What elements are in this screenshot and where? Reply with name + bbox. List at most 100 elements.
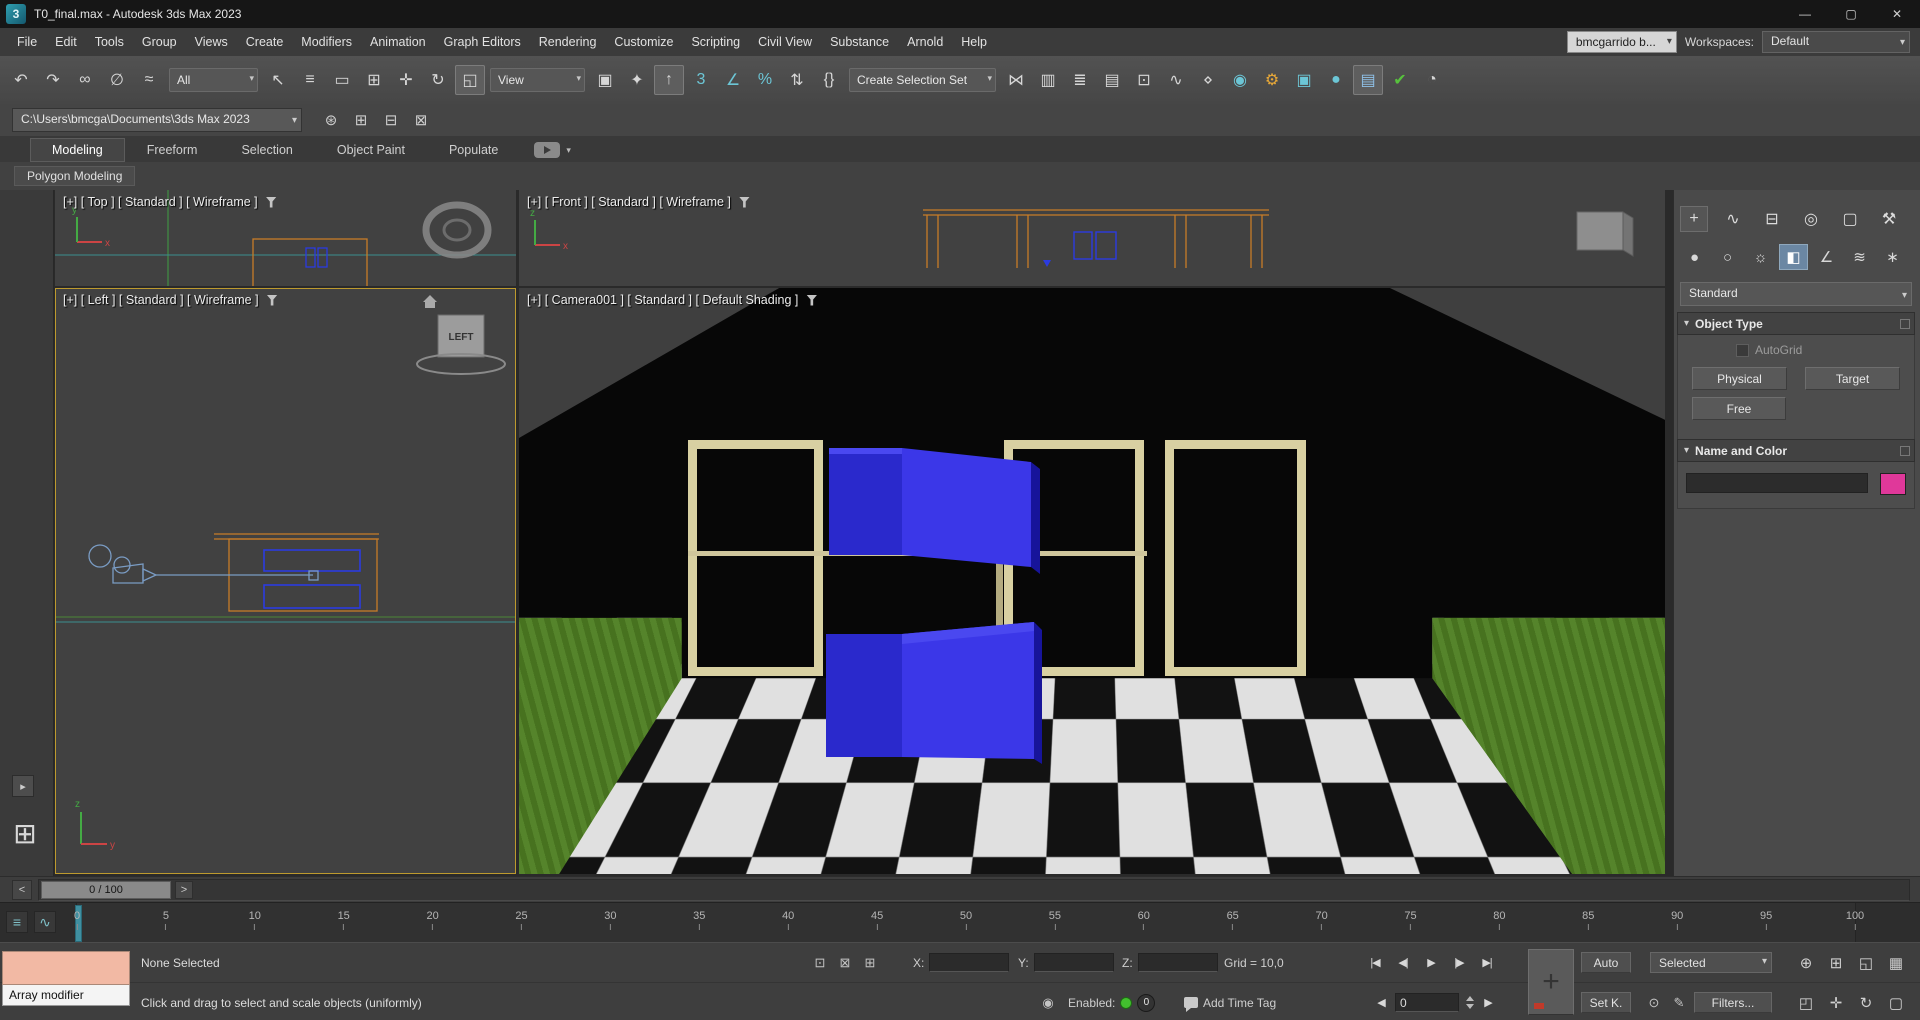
menu-item[interactable]: Modifiers (292, 29, 361, 56)
keyframe-options-icon[interactable]: ◉ (1038, 983, 1058, 1020)
auto-key-button[interactable]: Auto (1581, 952, 1631, 973)
close-button[interactable]: ✕ (1874, 0, 1920, 28)
picture-frame-1[interactable] (688, 440, 823, 676)
lights-category-icon[interactable]: ☼ (1746, 244, 1775, 270)
go-to-end-button[interactable]: ▶| (1474, 952, 1500, 974)
select-and-scale-icon[interactable]: ◱ (455, 65, 485, 95)
object-type-rollout-header[interactable]: Object Type (1677, 312, 1915, 335)
use-pivot-center-icon[interactable]: ▣ (590, 65, 620, 95)
next-key-button[interactable]: ▶ (1479, 992, 1497, 1014)
cameras-category-icon[interactable]: ◧ (1779, 244, 1808, 270)
viewport-label-front[interactable]: [+] [ Front ] [ Standard ] [ Wireframe ] (527, 195, 750, 209)
display-tab-icon[interactable]: ▢ (1836, 206, 1864, 232)
spinner-snap-toggle-icon[interactable]: ⇅ (782, 65, 812, 95)
ribbon-tab-modeling[interactable]: Modeling (30, 138, 125, 162)
material-editor-icon[interactable]: ◉ (1225, 65, 1255, 95)
viewport-label-text[interactable]: [+] [ Top ] [ Standard ] [ Wireframe ] (63, 195, 258, 209)
menu-item[interactable]: Customize (605, 29, 682, 56)
select-by-name-icon[interactable]: ≡ (295, 65, 325, 95)
save-file-icon[interactable]: ⊠ (408, 108, 434, 132)
menu-item[interactable]: Edit (46, 29, 86, 56)
select-and-move-icon[interactable]: ✛ (391, 65, 421, 95)
schematic-view-icon[interactable]: ⋄ (1193, 65, 1223, 95)
render-in-cloud-icon[interactable]: ▤ (1353, 65, 1383, 95)
menu-item[interactable]: Group (133, 29, 186, 56)
viewport-filter-icon[interactable] (739, 197, 750, 208)
viewport-label-text[interactable]: [+] [ Left ] [ Standard ] [ Wireframe ] (63, 293, 259, 307)
helpers-category-icon[interactable]: ∠ (1812, 244, 1841, 270)
edit-named-selection-sets-icon[interactable]: {} (814, 65, 844, 95)
time-slider-handle[interactable]: 0 / 100 (41, 881, 171, 899)
select-and-manipulate-icon[interactable]: ✦ (622, 65, 652, 95)
select-and-link-icon[interactable]: ∞ (70, 65, 100, 95)
toggle-scene-explorer-icon[interactable]: ⊡ (1129, 65, 1159, 95)
camera-marker[interactable] (1043, 260, 1051, 267)
autogrid-checkbox[interactable]: AutoGrid (1736, 343, 1802, 357)
viewport-filter-icon[interactable] (267, 295, 278, 306)
viewport-filter-icon[interactable] (806, 295, 817, 306)
viewport-layout-tabs-icon[interactable]: ⊞ (8, 816, 42, 850)
blue-block-bottom[interactable] (826, 622, 1042, 764)
key-pen-icon[interactable]: ✎ (1669, 993, 1689, 1013)
ribbon-tab-object-paint[interactable]: Object Paint (315, 138, 427, 162)
menu-item[interactable]: Civil View (749, 29, 821, 56)
percent-snap-toggle-icon[interactable]: % (750, 65, 780, 95)
play-button[interactable]: ▶ (1418, 952, 1444, 974)
menu-item[interactable]: Arnold (898, 29, 952, 56)
key-filters-button[interactable]: Filters... (1694, 992, 1772, 1013)
blue-object-front-view-2[interactable] (1096, 232, 1116, 259)
name-color-rollout-header[interactable]: Name and Color (1677, 439, 1915, 462)
blue-object-side-view-2[interactable] (264, 585, 360, 608)
select-and-rotate-icon[interactable]: ↻ (423, 65, 453, 95)
motion-tab-icon[interactable]: ◎ (1797, 206, 1825, 232)
modify-tab-icon[interactable]: ∿ (1719, 206, 1747, 232)
table-top-view[interactable] (253, 239, 367, 286)
blue-object-top-view-2[interactable] (318, 248, 327, 267)
ribbon-tab-freeform[interactable]: Freeform (125, 138, 220, 162)
blue-object-front-view-1[interactable] (1074, 232, 1092, 259)
isolate-selection-toggle-icon[interactable]: ⊡ (810, 953, 830, 973)
next-frame-button[interactable]: |▶ (1446, 952, 1472, 974)
physical-camera-button[interactable]: Physical (1692, 367, 1787, 390)
show-curves-icon[interactable]: ∿ (34, 911, 56, 933)
zoom-all-icon[interactable]: ⊞ (1822, 950, 1850, 976)
ribbon-tab-selection[interactable]: Selection (219, 138, 314, 162)
orbit-icon[interactable]: ↻ (1852, 990, 1880, 1016)
redo-icon[interactable]: ↷ (38, 65, 68, 95)
open-file-icon[interactable]: ⊟ (378, 108, 404, 132)
viewport-filter-icon[interactable] (266, 197, 277, 208)
menu-item[interactable]: Rendering (530, 29, 606, 56)
account-dropdown[interactable]: bmcgarrido b... (1567, 31, 1677, 53)
undo-icon[interactable]: ↶ (6, 65, 36, 95)
rectangular-selection-region-icon[interactable]: ▭ (327, 65, 357, 95)
angle-snap-toggle-icon[interactable]: ∠ (718, 65, 748, 95)
viewport-top[interactable]: x y [+] [ Top ] [ Standard ] [ Wireframe… (55, 190, 516, 286)
zoom-extents-icon[interactable]: ◱ (1852, 950, 1880, 976)
snaps-toggle-3d-icon[interactable]: 3 (686, 65, 716, 95)
polygon-modeling-panel[interactable]: Polygon Modeling (14, 166, 135, 186)
menu-item[interactable]: Tools (86, 29, 133, 56)
previous-frame-nudge-button[interactable]: < (12, 880, 32, 900)
viewport-label-text[interactable]: [+] [ Camera001 ] [ Standard ] [ Default… (527, 293, 798, 307)
new-scene-icon[interactable]: ⊞ (348, 108, 374, 132)
key-mode-toggle-icon[interactable]: ⊙ (1644, 993, 1664, 1013)
viewport-camera[interactable]: [+] [ Camera001 ] [ Standard ] [ Default… (519, 288, 1665, 874)
workspace-dropdown[interactable]: Default (1762, 31, 1910, 53)
project-path-dropdown[interactable]: C:\Users\bmcga\Documents\3ds Max 2023 (12, 108, 302, 132)
reference-coordinate-dropdown[interactable]: View (490, 68, 585, 92)
enabled-green-indicator[interactable] (1120, 997, 1132, 1009)
previous-frame-button[interactable]: ◀| (1390, 952, 1416, 974)
zoom-region-icon[interactable]: ◰ (1792, 990, 1820, 1016)
render-production-icon[interactable]: ● (1321, 65, 1351, 95)
next-frame-nudge-button[interactable]: > (175, 881, 193, 899)
menu-item[interactable]: Scripting (682, 29, 749, 56)
current-frame-field[interactable] (1395, 993, 1459, 1012)
table-side-view[interactable] (214, 534, 379, 611)
blue-object-side-view-1[interactable] (264, 550, 360, 571)
viewport-left[interactable]: z y LEFT [+] [ Left ] [ Standard ] [ Wir… (55, 288, 516, 874)
viewport-label-camera[interactable]: [+] [ Camera001 ] [ Standard ] [ Default… (527, 293, 817, 307)
viewport-front[interactable]: x z [+] [ Front ] [ Standard ] [ Wirefra… (519, 190, 1665, 286)
maximize-viewport-toggle-icon[interactable]: ▢ (1882, 990, 1910, 1016)
minimize-button[interactable]: — (1782, 0, 1828, 28)
table-leg[interactable] (996, 556, 1003, 635)
